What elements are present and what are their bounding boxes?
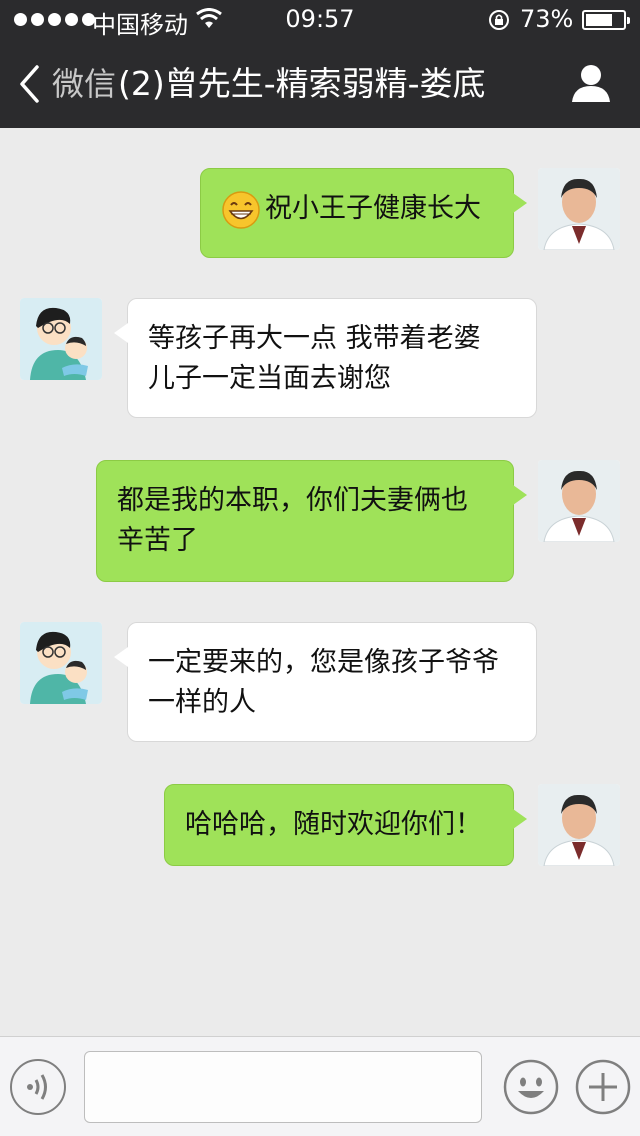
battery-icon [582, 10, 630, 30]
message-bubble-outgoing[interactable]: 都是我的本职，你们夫妻俩也 辛苦了 [96, 460, 527, 582]
chevron-left-icon [20, 65, 39, 103]
input-toolbar [0, 1036, 640, 1136]
doctor-portrait [538, 460, 620, 542]
message-bubble-incoming[interactable]: 一定要来的，您是像孩子爷爷 一样的人 [114, 622, 537, 742]
back-button[interactable] [18, 62, 40, 106]
rotation-lock-icon [489, 10, 509, 30]
voice-icon [27, 1074, 47, 1100]
patient-cartoon-portrait [20, 622, 102, 704]
message-line: 辛苦了 [117, 525, 198, 556]
voice-input-button[interactable] [10, 1059, 66, 1115]
message-bubble-outgoing[interactable]: 哈哈哈，随时欢迎你们！ [164, 784, 527, 866]
plus-icon[interactable] [575, 1059, 631, 1115]
message-list[interactable]: 祝小王子健康长大 等孩子再大一点 我带着老婆 儿子一定当面去谢您 都是我的本职，… [0, 128, 640, 1036]
message-input[interactable] [84, 1051, 482, 1123]
patient-avatar[interactable] [20, 298, 102, 380]
message-text: 哈哈哈，随时欢迎你们！ [185, 809, 482, 840]
chat-title: (2)曾先生-精索弱精-娄底 [118, 64, 486, 103]
doctor-avatar[interactable] [538, 460, 620, 542]
patient-cartoon-portrait [20, 298, 102, 380]
profile-icon[interactable] [570, 62, 612, 104]
back-label[interactable]: 微信 [52, 62, 116, 106]
chat-nav-bar: 微信 (2)曾先生-精索弱精-娄底 [0, 40, 640, 128]
message-line: 一样的人 [148, 687, 256, 718]
message-bubble-incoming[interactable]: 等孩子再大一点 我带着老婆 儿子一定当面去谢您 [114, 298, 537, 418]
doctor-avatar[interactable] [538, 168, 620, 250]
emoji-icon[interactable] [503, 1059, 559, 1115]
message-text: 祝小王子健康长大 [265, 193, 481, 224]
message-line: 都是我的本职，你们夫妻俩也 [117, 485, 468, 516]
doctor-portrait [538, 168, 620, 250]
message-line: 等孩子再大一点 我带着老婆 [148, 323, 481, 354]
status-bar: 中国移动 09:57 73% [0, 0, 640, 40]
message-bubble-outgoing[interactable]: 祝小王子健康长大 [200, 168, 527, 258]
battery-level-fill [586, 14, 612, 26]
patient-avatar[interactable] [20, 622, 102, 704]
doctor-portrait [538, 784, 620, 866]
message-line: 一定要来的，您是像孩子爷爷 [148, 647, 499, 678]
doctor-avatar[interactable] [538, 784, 620, 866]
message-line: 儿子一定当面去谢您 [148, 363, 391, 394]
grinning-face-icon [221, 190, 261, 230]
battery-percent: 73% [520, 5, 574, 33]
